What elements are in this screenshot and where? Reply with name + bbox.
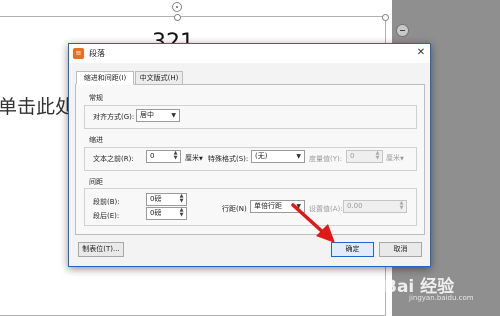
measure-value: 0 [350, 152, 355, 160]
line-spacing-value: 单倍行距 [254, 202, 282, 210]
measure-label: 度量值(Y): [309, 155, 343, 163]
line-spacing-label: 行距(N) [222, 205, 247, 213]
dialog-title: 段落 [89, 49, 105, 58]
spinner-icon[interactable]: ▲ ▼ [178, 194, 185, 205]
space-before-input[interactable]: 0磅 ▲ ▼ [146, 193, 187, 206]
space-before-label: 段前(B): [93, 198, 120, 206]
line-spacing-select[interactable]: 单倍行距 ▼ [250, 200, 305, 213]
alignment-value: 居中 [140, 111, 154, 119]
chevron-down-icon: ▼ [199, 156, 203, 162]
spacing-section-title: 间距 [89, 178, 103, 186]
spinner-icon[interactable]: ▲ ▼ [178, 208, 185, 219]
resize-handle-top[interactable] [174, 14, 181, 21]
before-text-value: 0 [150, 152, 155, 160]
paragraph-dialog: ≡ 段落 ✕ 缩进和间距(I) 中文版式(H) 常规 对齐方式(G): 居中 ▼… [68, 43, 431, 267]
watermark-sub-text: jingyan.baidu.com [409, 294, 474, 302]
app-icon: ≡ [73, 48, 84, 59]
spinner-icon[interactable]: ▲ ▼ [172, 151, 179, 162]
special-format-label: 特殊格式(S): [208, 155, 249, 163]
set-value-input: 0.00 ▲ ▼ [343, 200, 407, 213]
tab-chinese-layout[interactable]: 中文版式(H) [135, 71, 183, 85]
set-value-label: 设置值(A): [309, 205, 343, 213]
general-section-title: 常规 [89, 94, 103, 102]
resize-handle-top-right[interactable] [382, 14, 389, 21]
alignment-label: 对齐方式(G): [93, 113, 135, 121]
spinner-icon: ▲ ▼ [399, 200, 404, 211]
before-text-label: 文本之前(R): [93, 155, 134, 163]
chevron-down-icon: ▼ [400, 156, 404, 162]
space-after-input[interactable]: 0磅 ▲ ▼ [146, 207, 187, 220]
ok-button[interactable]: 确定 [331, 242, 374, 257]
before-text-unit-text: 厘米 [185, 154, 199, 162]
tab-indent-spacing[interactable]: 缩进和间距(I) [76, 71, 134, 85]
cancel-button[interactable]: 取消 [379, 242, 422, 257]
measure-unit-text: 厘米 [386, 154, 400, 162]
before-text-unit[interactable]: 厘米▼ [185, 153, 203, 163]
tab-stops-button[interactable]: 制表位(T)... [78, 242, 124, 257]
space-after-value: 0磅 [150, 209, 162, 217]
special-format-value: (无) [255, 152, 268, 160]
dialog-titlebar[interactable]: ≡ 段落 ✕ [69, 44, 430, 63]
chevron-down-icon: ▼ [296, 153, 301, 160]
before-text-input[interactable]: 0 ▲ ▼ [146, 150, 181, 163]
special-format-select[interactable]: (无) ▼ [251, 150, 305, 163]
alignment-select[interactable]: 居中 ▼ [136, 109, 180, 122]
collapse-icon[interactable] [396, 24, 409, 37]
chevron-down-icon: ▼ [296, 203, 301, 210]
placeholder-text[interactable]: 单击此处 [0, 92, 74, 119]
close-icon[interactable]: ✕ [415, 47, 427, 59]
spinner-icon: ▲ ▼ [375, 150, 380, 161]
space-after-label: 段后(E): [93, 212, 120, 220]
measure-input: 0 ▲ ▼ [346, 150, 383, 163]
indent-section-title: 缩进 [89, 136, 103, 144]
space-before-value: 0磅 [150, 195, 162, 203]
rotate-handle-icon[interactable] [172, 2, 182, 12]
set-value-value: 0.00 [347, 202, 363, 210]
chevron-down-icon: ▼ [171, 112, 176, 119]
measure-unit: 厘米▼ [386, 153, 404, 163]
